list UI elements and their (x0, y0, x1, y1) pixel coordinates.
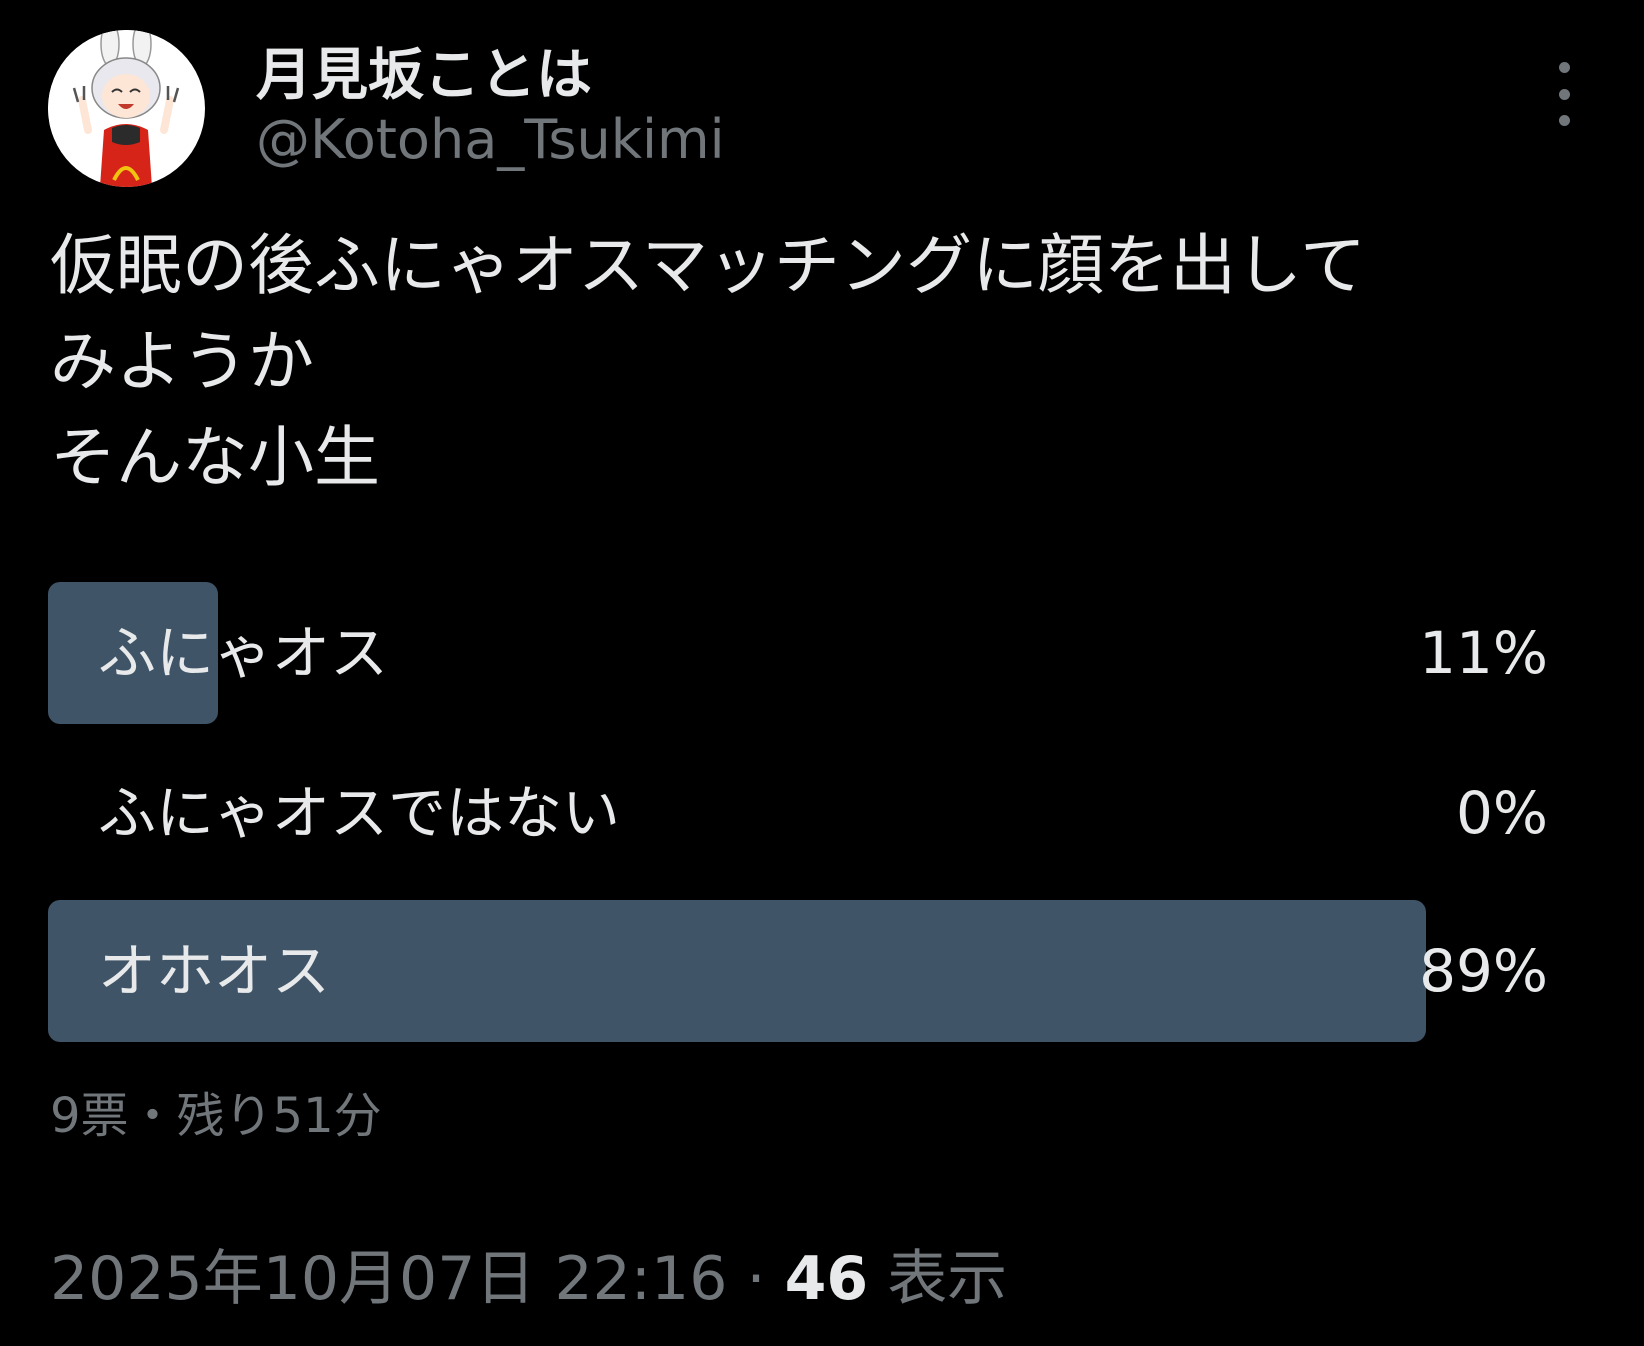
poll-option: ふにゃオスではない 0% (48, 742, 1548, 884)
poll-option-label: ふにゃオスではない (98, 779, 621, 847)
tweet-text-line: みようか (50, 323, 314, 400)
tweet-text-line: そんな小生 (50, 419, 380, 496)
tweet-footer: 2025年10月07日 22:16 · 46 表示 (50, 1230, 1007, 1317)
tweet-text: 仮眠の後ふにゃオスマッチングに顔を出して みようか そんな小生 (50, 218, 1610, 506)
views-label: 表示 (887, 1244, 1008, 1314)
poll-option-percent: 89% (1419, 937, 1548, 1005)
avatar-image (48, 30, 204, 187)
author-handle[interactable]: @Kotoha_Tsukimi (256, 108, 725, 171)
poll-meta: 9票・残り51分 (50, 1088, 382, 1144)
tweet-datetime[interactable]: 2025年10月07日 22:16 (50, 1244, 727, 1314)
poll-option-label: ふにゃオス (98, 619, 389, 687)
views-count: 46 (784, 1244, 869, 1314)
avatar[interactable] (48, 30, 205, 187)
poll-option: ふにゃオス 11% (48, 582, 1548, 724)
poll-option-percent: 0% (1455, 779, 1548, 847)
poll-option-label: オホオス (98, 937, 331, 1005)
more-vertical-icon[interactable] (1544, 62, 1584, 126)
poll-option-percent: 11% (1419, 619, 1548, 687)
separator: · (746, 1244, 766, 1314)
author-name[interactable]: 月見坂ことは (256, 30, 592, 111)
poll-option: オホオス 89% (48, 900, 1548, 1042)
tweet-text-line: 仮眠の後ふにゃオスマッチングに顔を出して (50, 227, 1367, 304)
